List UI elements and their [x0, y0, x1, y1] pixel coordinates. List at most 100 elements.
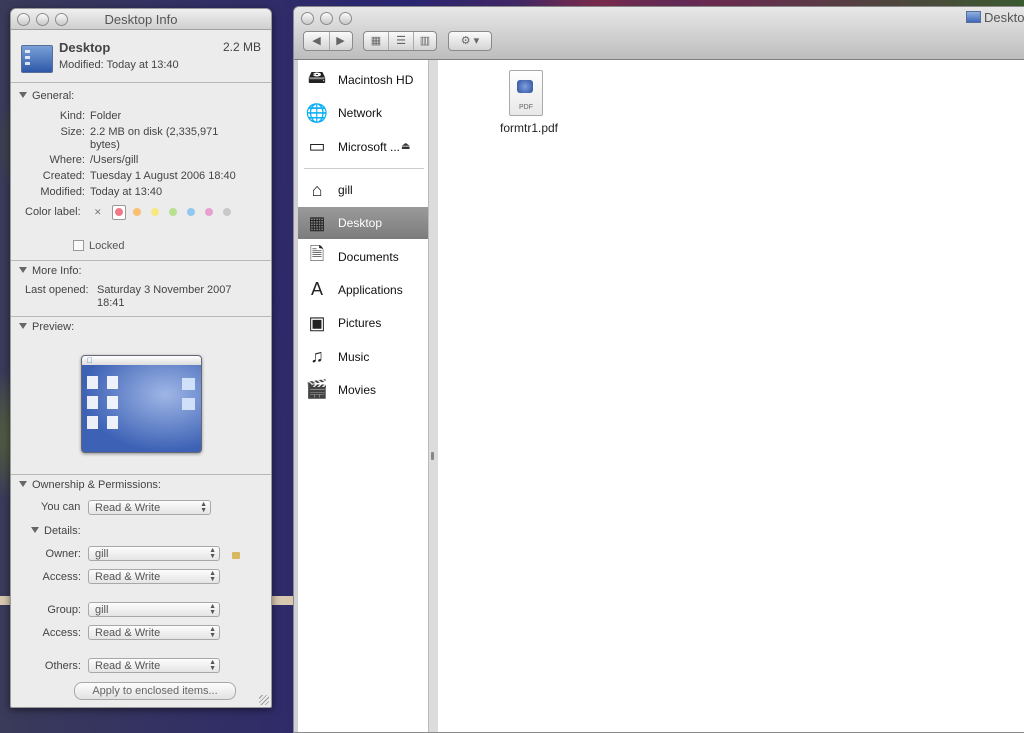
disclosure-triangle-icon — [19, 323, 27, 329]
sidebar-item-label: Pictures — [338, 316, 382, 331]
sidebar-item-music[interactable]: ♫ Music — [298, 341, 428, 373]
lock-icon[interactable] — [232, 552, 240, 559]
you-can-label: You can — [41, 501, 81, 513]
sidebar-item-macintosh-hd[interactable]: 🖴 Macintosh HD — [298, 64, 428, 96]
locked-checkbox[interactable] — [73, 240, 84, 251]
others-access-popup[interactable]: Read & Write ▲ ▼ — [88, 658, 220, 673]
disclosure-triangle-icon — [19, 92, 27, 98]
size-value-cont: bytes) — [90, 139, 120, 151]
general-section-toggle[interactable]: General: — [19, 90, 74, 102]
details-toggle[interactable]: Details: — [31, 525, 81, 537]
preview-section-toggle[interactable]: Preview: — [19, 321, 74, 333]
window-title: Desktop Info — [104, 12, 178, 27]
size-label: Size: — [60, 126, 85, 138]
desktop-title-icon — [966, 11, 981, 23]
sidebar-item-documents[interactable]: 🗎 Documents — [298, 241, 428, 273]
sidebar-item-desktop[interactable]: ▦ Desktop — [298, 207, 428, 240]
apply-enclosed-button[interactable]: Apply to enclosed items... — [74, 682, 236, 700]
more-info-section-toggle[interactable]: More Info: — [19, 265, 82, 277]
minimize-button[interactable] — [320, 12, 333, 25]
applications-icon: A — [310, 279, 323, 300]
eject-icon[interactable]: ⏏ — [401, 141, 410, 152]
sidebar-item-label: gill — [338, 183, 353, 197]
desktop-folder-icon — [21, 45, 53, 73]
red-label-dot[interactable] — [115, 208, 123, 216]
sidebar-item-label: Desktop — [338, 216, 383, 231]
music-icon: ♫ — [310, 346, 324, 366]
created-value: Tuesday 1 August 2006 18:40 — [90, 170, 236, 182]
close-button[interactable] — [301, 12, 314, 25]
finder-title: Desktop — [984, 10, 1024, 25]
purple-label-dot[interactable] — [205, 208, 213, 216]
modified-value: Today at 13:40 — [90, 186, 163, 198]
finder-content: PDF formtr1.pdf — [438, 60, 1024, 732]
sidebar-item-applications[interactable]: A Applications — [298, 274, 428, 306]
file-item[interactable]: PDF formtr1.pdf — [494, 70, 564, 135]
sidebar-item-label: Network — [338, 106, 383, 121]
owner-popup[interactable]: gill ▲ ▼ — [88, 546, 220, 561]
gray-label-dot[interactable] — [223, 208, 231, 216]
sidebar-item-label: Macintosh HD — [338, 73, 414, 87]
created-label: Created: — [42, 170, 85, 182]
sidebar-item-gill[interactable]: ⌂ gill — [298, 174, 428, 206]
home-icon: ⌂ — [311, 179, 323, 200]
yellow-label-dot[interactable] — [151, 208, 159, 216]
where-label: Where: — [49, 154, 85, 166]
hard-drive-icon: 🖴 — [307, 67, 327, 87]
forward-arrow-icon[interactable]: ▶ — [328, 32, 352, 50]
group-popup[interactable]: gill ▲ ▼ — [88, 602, 220, 617]
back-forward-buttons[interactable]: ◀ ▶ — [303, 31, 353, 51]
last-opened-value-cont: 18:41 — [97, 297, 125, 309]
sidebar-item-pictures[interactable]: ▣ Pictures — [298, 307, 428, 339]
sidebar-item-network[interactable]: 🌐 Network — [298, 97, 428, 129]
kind-label: Kind: — [59, 110, 85, 122]
owner-access-popup[interactable]: Read & Write ▲ ▼ — [88, 569, 220, 584]
resize-grip-icon[interactable] — [259, 695, 269, 705]
action-menu-button[interactable]: ⚙ ▾ — [448, 31, 492, 51]
group-label: Group: — [47, 604, 81, 616]
finder-toolbar: Desktop ◀▶ ▦☰▥ ⚙ ▾ — [294, 7, 1024, 60]
green-label-dot[interactable] — [169, 208, 177, 216]
preview-image:  — [81, 355, 202, 453]
disclosure-triangle-icon — [31, 527, 39, 533]
icon-view-icon[interactable]: ▦ — [364, 32, 388, 50]
pdf-file-icon: PDF — [509, 70, 543, 116]
item-modified: Modified: Today at 13:40 — [59, 59, 179, 71]
item-name: Desktop — [59, 40, 111, 55]
color-label-label: Color label: — [25, 206, 81, 218]
sidebar-item-label: Music — [338, 349, 370, 364]
sidebar-divider — [304, 168, 424, 169]
item-size: 2.2 MB — [222, 40, 261, 54]
last-opened-value: Saturday 3 November 2007 — [97, 284, 232, 296]
no-label-icon[interactable]: ✕ — [94, 207, 102, 218]
sidebar-item-label: Movies — [338, 382, 377, 397]
back-arrow-icon[interactable]: ◀ — [305, 32, 329, 50]
zoom-button[interactable] — [339, 12, 352, 25]
sidebar-item-label: Applications — [338, 282, 403, 297]
where-value: /Users/gill — [90, 154, 139, 166]
finder-sidebar: 🖴 Macintosh HD 🌐 Network ▭ Microsoft ... ⌂ gil… — [298, 60, 429, 732]
documents-icon: 🗎 — [309, 243, 325, 264]
locked-label: Locked — [89, 240, 125, 252]
disk-image-icon: ▭ — [308, 136, 326, 157]
file-name: formtr1.pdf — [499, 121, 559, 135]
movies-icon: 🎬 — [305, 379, 329, 400]
access1-label: Access: — [42, 571, 81, 583]
group-access-popup[interactable]: Read & Write ▲ ▼ — [88, 625, 220, 640]
gear-icon: ⚙ ▾ — [460, 35, 480, 47]
blue-label-dot[interactable] — [187, 208, 195, 216]
column-view-icon[interactable]: ▥ — [413, 32, 436, 50]
size-value: 2.2 MB on disk (2,335,971 — [90, 126, 219, 138]
desktop-icon: ▦ — [308, 212, 326, 233]
ownership-section-toggle[interactable]: Ownership & Permissions: — [19, 479, 161, 491]
list-view-icon[interactable]: ☰ — [388, 32, 413, 50]
you-can-popup[interactable]: Read & Write ▲ ▼ — [88, 500, 211, 515]
finder-window: Desktop ◀▶ ▦☰▥ ⚙ ▾ 🖴Macintosh HD🌐Network… — [293, 6, 1024, 733]
disclosure-triangle-icon — [19, 481, 27, 487]
access2-label: Access: — [42, 627, 81, 639]
sidebar-item-movies[interactable]: 🎬 Movies — [298, 374, 428, 406]
others-label: Others: — [44, 660, 81, 672]
view-mode-buttons[interactable]: ▦ ☰ ▥ — [363, 31, 437, 51]
network-globe-icon: 🌐 — [305, 102, 329, 123]
orange-label-dot[interactable] — [133, 208, 141, 216]
